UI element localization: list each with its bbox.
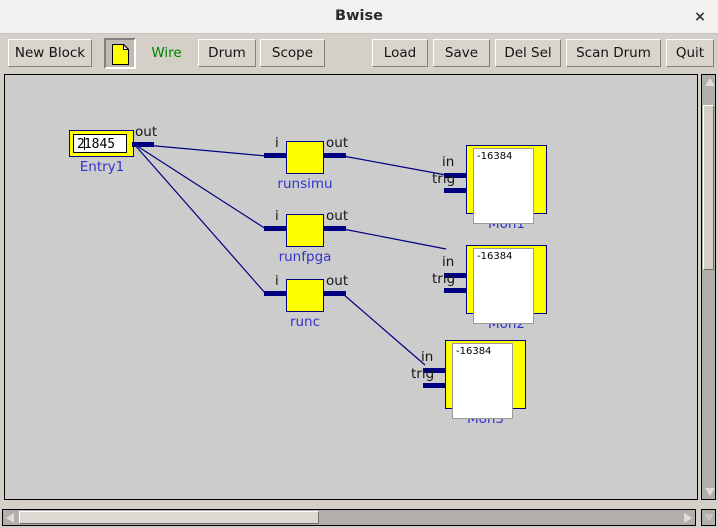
entry1-out-stub[interactable] xyxy=(132,142,154,147)
scroll-left-arrow-icon[interactable] xyxy=(6,513,14,523)
runsimu-out-port-label: out xyxy=(326,135,349,151)
save-button[interactable]: Save xyxy=(433,39,490,67)
runsimu-body xyxy=(286,141,324,174)
mon2-in-port-label: in xyxy=(442,254,455,270)
horizontal-scrollbar[interactable] xyxy=(2,509,696,526)
runfpga-body xyxy=(286,214,324,247)
corner-arrow-icon xyxy=(704,514,714,522)
mon1-trig-port-label: trig xyxy=(432,171,456,187)
scan-drum-button[interactable]: Scan Drum xyxy=(566,39,661,67)
runc-body xyxy=(286,279,324,312)
page-icon-button[interactable] xyxy=(104,38,136,69)
entry1-label: Entry1 xyxy=(79,159,125,175)
mon3-display: -16384 xyxy=(452,343,513,419)
runc-in-port-label: i xyxy=(275,273,279,289)
del-sel-button[interactable]: Del Sel xyxy=(495,39,561,67)
new-block-button[interactable]: New Block xyxy=(8,39,92,67)
load-button[interactable]: Load xyxy=(372,39,428,67)
scroll-right-arrow-icon[interactable] xyxy=(684,513,692,523)
runc-out-stub[interactable] xyxy=(323,291,346,296)
application-window: Bwise × New Block Wire Drum Scope Load S… xyxy=(0,0,718,528)
scroll-down-arrow-icon[interactable] xyxy=(705,488,715,496)
runsimu-out-stub[interactable] xyxy=(323,153,346,158)
mon1-trig-stub[interactable] xyxy=(444,188,467,193)
mon1-display: -16384 xyxy=(473,148,534,224)
wire-entry1-runc xyxy=(133,143,267,295)
horizontal-scrollbar-thumb[interactable] xyxy=(19,511,319,524)
wire-entry1-runfpga xyxy=(133,143,267,230)
mon3-trig-stub[interactable] xyxy=(423,383,446,388)
runc-out-port-label: out xyxy=(326,273,349,289)
runfpga-in-port-label: i xyxy=(275,208,279,224)
mon2-trig-stub[interactable] xyxy=(444,288,467,293)
page-icon xyxy=(112,44,129,65)
quit-button[interactable]: Quit xyxy=(666,39,714,67)
wire-runc-mon3 xyxy=(342,293,426,366)
scope-button[interactable]: Scope xyxy=(260,39,325,67)
scroll-up-arrow-icon[interactable] xyxy=(705,78,715,86)
mon3-trig-port-label: trig xyxy=(411,366,435,382)
entry1-out-port-label: out xyxy=(135,124,158,140)
entry1-value-after: 1845 xyxy=(83,137,116,152)
runc-in-stub[interactable] xyxy=(264,291,287,296)
mon2-display: -16384 xyxy=(473,248,534,324)
vertical-scrollbar-thumb[interactable] xyxy=(703,105,714,270)
runc-label: runc xyxy=(289,314,321,330)
drum-button[interactable]: Drum xyxy=(198,39,256,67)
runfpga-out-stub[interactable] xyxy=(323,226,346,231)
runsimu-in-stub[interactable] xyxy=(264,153,287,158)
entry1-value-input[interactable]: 21845 xyxy=(73,134,127,153)
runfpga-in-stub[interactable] xyxy=(264,226,287,231)
runsimu-label: runsimu xyxy=(277,176,333,192)
wire-runsimu-mon1 xyxy=(342,155,447,176)
window-title: Bwise xyxy=(335,8,383,24)
runfpga-label: runfpga xyxy=(278,249,332,265)
mon1-in-port-label: in xyxy=(442,154,455,170)
title-bar: Bwise × xyxy=(0,0,718,34)
wire-button[interactable]: Wire xyxy=(140,39,193,67)
scrollbar-corner xyxy=(701,509,716,526)
wire-runfpga-mon2 xyxy=(342,228,447,250)
vertical-scrollbar[interactable] xyxy=(701,74,716,500)
mon3-in-port-label: in xyxy=(421,349,434,365)
runfpga-out-port-label: out xyxy=(326,208,349,224)
toolbar: New Block Wire Drum Scope Load Save Del … xyxy=(0,34,718,72)
runsimu-in-port-label: i xyxy=(275,135,279,151)
close-icon[interactable]: × xyxy=(688,5,712,29)
block-diagram-canvas[interactable]: 21845 out Entry1 i out runsimu i out run… xyxy=(4,74,698,500)
mon2-trig-port-label: trig xyxy=(432,271,456,287)
